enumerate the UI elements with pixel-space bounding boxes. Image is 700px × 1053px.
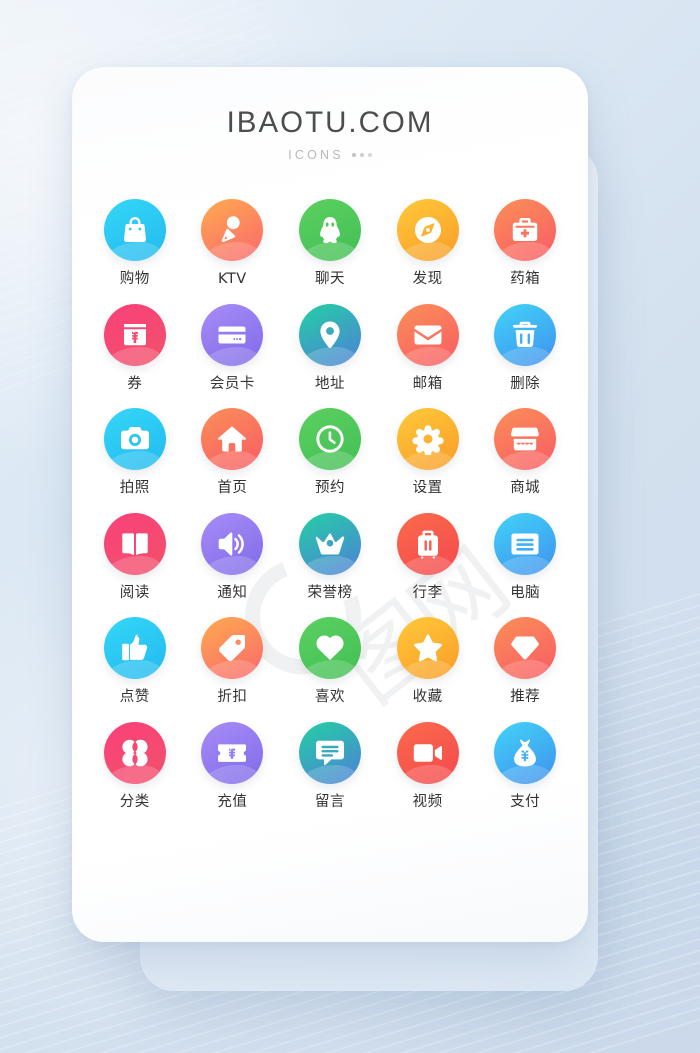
icon-cell[interactable]: 通知 [184, 512, 282, 601]
icon-cell[interactable]: 购物 [86, 199, 184, 287]
icon-label: 购物 [119, 271, 150, 287]
icon-label: 邮箱 [412, 375, 443, 392]
icon-label: 喜欢 [314, 689, 345, 705]
icon-cell[interactable]: 邮箱 [379, 303, 477, 392]
icon-grid: 购物 KTV 聊天 发现 药箱券 会员卡 地址 邮箱 删除拍照 首页 预约 设置 商城阅读 通知 荣誉榜 行李… [72, 199, 588, 809]
camera-icon[interactable] [103, 408, 166, 470]
icon-cell[interactable]: 留言 [281, 721, 379, 810]
icon-cell[interactable]: 聊天 [281, 199, 379, 287]
star-icon[interactable] [396, 617, 459, 679]
icon-label: 预约 [314, 480, 345, 496]
video-camera-icon[interactable] [396, 721, 459, 784]
icon-cell[interactable]: 收藏 [379, 617, 477, 705]
shopping-bag-icon[interactable] [103, 199, 166, 261]
open-book-icon[interactable] [103, 512, 166, 575]
envelope-icon[interactable] [396, 303, 459, 366]
icon-label: 分类 [119, 793, 150, 810]
price-tag-icon[interactable] [201, 617, 264, 679]
icon-label: 地址 [314, 375, 345, 392]
icon-label: 推荐 [510, 689, 541, 705]
icon-cell[interactable]: 商城 [476, 408, 574, 496]
home-icon[interactable] [201, 408, 264, 470]
icon-cell[interactable]: 发现 [379, 199, 477, 287]
icon-label: 点赞 [119, 689, 150, 705]
subtitle-dots-icon [351, 152, 372, 157]
icon-label: 删除 [510, 375, 541, 392]
coupon-icon[interactable] [103, 303, 166, 366]
icon-label: 行李 [412, 584, 443, 601]
penguin-chat-icon[interactable] [298, 199, 361, 261]
page-title: IBAOTU.COM [226, 106, 434, 139]
icon-cell[interactable]: 喜欢 [281, 617, 379, 705]
icon-cell[interactable]: 阅读 [86, 512, 184, 601]
icon-label: 会员卡 [209, 375, 255, 392]
store-icon[interactable] [494, 408, 557, 470]
icon-label: 商城 [510, 480, 541, 496]
icon-cell[interactable]: 券 [86, 303, 184, 392]
icon-label: 折扣 [217, 689, 248, 705]
icon-cell[interactable]: 设置 [379, 408, 477, 496]
icon-label: 聊天 [314, 271, 345, 287]
money-bag-icon[interactable] [494, 721, 557, 784]
location-pin-icon[interactable] [298, 303, 361, 366]
icon-label: 设置 [412, 480, 443, 496]
icon-label: 电脑 [510, 584, 541, 601]
icon-cell[interactable]: 分类 [86, 721, 184, 810]
yen-ticket-icon[interactable] [201, 721, 264, 784]
trash-icon[interactable] [494, 303, 557, 366]
icon-cell[interactable]: 视频 [379, 721, 477, 810]
icon-label: 券 [127, 375, 143, 392]
icon-cell[interactable]: 支付 [476, 721, 574, 810]
clover-grid-icon[interactable] [103, 721, 166, 784]
luggage-icon[interactable] [396, 512, 459, 575]
icon-set-card: IBAOTU.COM ICONS 图网 购物KTV聊天发现药箱券会员卡地址邮箱删… [72, 67, 588, 942]
icon-cell[interactable]: 荣誉榜 [281, 512, 379, 601]
monitor-icon[interactable] [494, 512, 557, 575]
compass-icon[interactable] [396, 199, 459, 261]
icon-cell[interactable]: 推荐 [476, 617, 574, 705]
icon-label: 荣誉榜 [307, 584, 353, 601]
icon-label: 药箱 [510, 271, 541, 287]
icon-cell[interactable]: 药箱 [476, 199, 574, 287]
icon-label: 视频 [412, 793, 443, 810]
page-background: IBAOTU.COM ICONS 图网 购物KTV聊天发现药箱券会员卡地址邮箱删… [0, 0, 700, 1053]
icon-label: 收藏 [412, 689, 443, 705]
icon-cell[interactable]: 首页 [184, 408, 282, 496]
card-header: IBAOTU.COM ICONS [72, 67, 588, 161]
crown-icon[interactable] [298, 512, 361, 575]
icon-cell[interactable]: 充值 [184, 721, 282, 810]
icon-label: 充值 [217, 793, 248, 810]
icon-cell[interactable]: 点赞 [86, 617, 184, 705]
message-bubble-icon[interactable] [298, 721, 361, 784]
icon-cell[interactable]: 电脑 [476, 512, 574, 601]
icon-cell[interactable]: 折扣 [184, 617, 282, 705]
clock-icon[interactable] [298, 408, 361, 470]
membership-card-icon[interactable] [201, 303, 264, 366]
page-subtitle: ICONS [72, 147, 588, 162]
speaker-icon[interactable] [201, 512, 264, 575]
icon-label: KTV [218, 271, 247, 287]
icon-label: 留言 [314, 793, 345, 810]
icon-label: 通知 [217, 584, 248, 601]
icon-cell[interactable]: 行李 [379, 512, 477, 601]
thumbs-up-icon[interactable] [103, 617, 166, 679]
icon-cell[interactable]: 拍照 [86, 408, 184, 496]
icon-cell[interactable]: 删除 [476, 303, 574, 392]
icon-label: 拍照 [119, 480, 150, 496]
heart-icon[interactable] [298, 617, 361, 679]
icon-cell[interactable]: 预约 [281, 408, 379, 496]
icon-cell[interactable]: 会员卡 [184, 303, 282, 392]
microphone-icon[interactable] [201, 199, 264, 261]
diamond-icon[interactable] [494, 617, 557, 679]
icon-label: 阅读 [119, 584, 150, 601]
icon-label: 支付 [510, 793, 541, 810]
icon-cell[interactable]: KTV [184, 199, 282, 287]
gear-icon[interactable] [396, 408, 459, 470]
icon-cell[interactable]: 地址 [281, 303, 379, 392]
icon-label: 发现 [412, 271, 443, 287]
medical-kit-icon[interactable] [494, 199, 557, 261]
icon-label: 首页 [217, 480, 248, 496]
page-subtitle-text: ICONS [288, 147, 344, 162]
